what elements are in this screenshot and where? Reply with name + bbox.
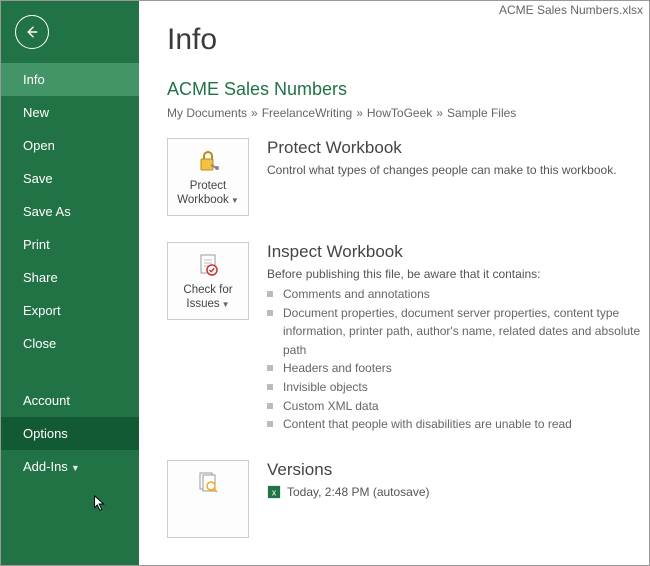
sidebar-item-save[interactable]: Save xyxy=(1,162,139,195)
document-title: ACME Sales Numbers xyxy=(167,79,649,100)
sidebar-item-new[interactable]: New xyxy=(1,96,139,129)
sidebar-item-print[interactable]: Print xyxy=(1,228,139,261)
protect-heading: Protect Workbook xyxy=(267,138,617,158)
svg-text:x: x xyxy=(272,487,277,497)
list-item: Content that people with disabilities ar… xyxy=(267,415,649,434)
list-item: Headers and footers xyxy=(267,359,649,378)
version-entry[interactable]: x Today, 2:48 PM (autosave) xyxy=(267,485,430,499)
protect-desc: Control what types of changes people can… xyxy=(267,163,617,177)
page-title: Info xyxy=(167,23,649,57)
check-for-issues-button[interactable]: Check forIssues▼ xyxy=(167,242,249,320)
excel-file-icon: x xyxy=(267,485,281,499)
sidebar-item-open[interactable]: Open xyxy=(1,129,139,162)
sidebar-item-saveas[interactable]: Save As xyxy=(1,195,139,228)
section-inspect: Check forIssues▼ Inspect Workbook Before… xyxy=(167,242,649,434)
section-protect: ProtectWorkbook▼ Protect Workbook Contro… xyxy=(167,138,649,216)
sidebar-item-info[interactable]: Info xyxy=(1,63,139,96)
back-button[interactable] xyxy=(15,15,49,49)
arrow-left-icon xyxy=(23,23,41,41)
breadcrumb: My Documents»FreelanceWriting»HowToGeek»… xyxy=(167,106,649,120)
document-check-icon xyxy=(168,251,248,279)
sidebar-item-account[interactable]: Account xyxy=(1,384,139,417)
chevron-down-icon: ▼ xyxy=(71,463,80,473)
chevron-down-icon: ▼ xyxy=(231,196,239,205)
sidebar-item-export[interactable]: Export xyxy=(1,294,139,327)
list-item: Custom XML data xyxy=(267,397,649,416)
list-item: Invisible objects xyxy=(267,378,649,397)
main-content: Info ACME Sales Numbers My Documents»Fre… xyxy=(139,1,649,565)
list-item: Comments and annotations xyxy=(267,285,649,304)
mouse-cursor-icon xyxy=(93,495,107,516)
section-versions: Versions x Today, 2:48 PM (autosave) xyxy=(167,460,649,538)
inspect-desc: Before publishing this file, be aware th… xyxy=(267,267,649,281)
manage-versions-button[interactable] xyxy=(167,460,249,538)
lock-icon xyxy=(168,147,248,175)
chevron-down-icon: ▼ xyxy=(222,300,230,309)
protect-workbook-button[interactable]: ProtectWorkbook▼ xyxy=(167,138,249,216)
document-search-icon xyxy=(168,469,248,497)
sidebar-item-share[interactable]: Share xyxy=(1,261,139,294)
sidebar-item-options[interactable]: Options xyxy=(1,417,139,450)
sidebar-item-close[interactable]: Close xyxy=(1,327,139,360)
inspect-bullets: Comments and annotations Document proper… xyxy=(267,285,649,434)
sidebar-item-addins[interactable]: Add-Ins▼ xyxy=(1,450,139,483)
versions-heading: Versions xyxy=(267,460,430,480)
backstage-sidebar: Info New Open Save Save As Print Share E… xyxy=(1,1,139,565)
inspect-heading: Inspect Workbook xyxy=(267,242,649,262)
list-item: Document properties, document server pro… xyxy=(267,304,649,360)
